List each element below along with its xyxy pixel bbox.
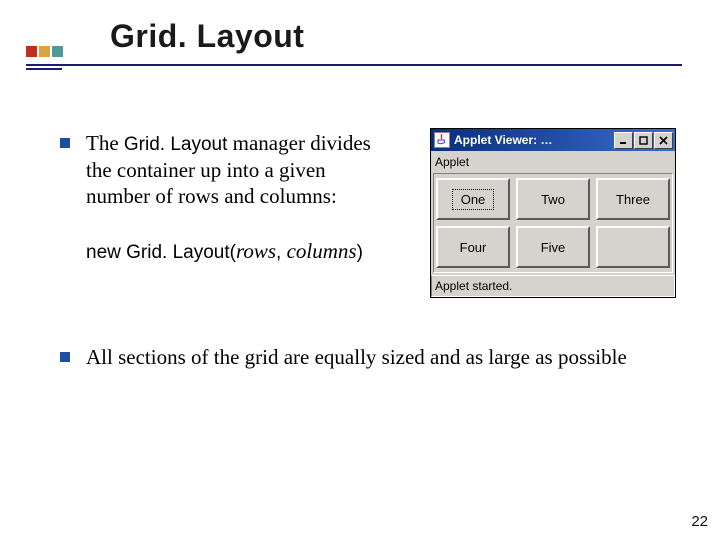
code-close: ) bbox=[357, 242, 363, 263]
bullet-text-1: The Grid. Layout manager divides the con… bbox=[86, 130, 386, 209]
code-keyword: new bbox=[86, 242, 126, 263]
class-name: Grid. Layout bbox=[124, 134, 228, 155]
bullet-icon bbox=[60, 352, 70, 362]
text-prefix: The bbox=[86, 131, 124, 155]
bullet-text-2: All sections of the grid are equally siz… bbox=[86, 344, 646, 370]
bullet-item-2: All sections of the grid are equally siz… bbox=[60, 344, 680, 370]
bullet-icon bbox=[60, 138, 70, 148]
code-sep1: , bbox=[276, 242, 287, 263]
code-line: new Grid. Layout(rows, columns) bbox=[86, 239, 680, 264]
body: The Grid. Layout manager divides the con… bbox=[60, 130, 680, 510]
title-underline-short bbox=[26, 68, 62, 70]
bullet-item-1: The Grid. Layout manager divides the con… bbox=[60, 130, 680, 209]
slide-title: Grid. Layout bbox=[110, 18, 304, 55]
page-number: 22 bbox=[691, 513, 708, 530]
code-class: Grid. Layout bbox=[126, 242, 230, 263]
slide: Grid. Layout Applet Viewer: … Applet On bbox=[0, 0, 720, 540]
code-arg-columns: columns bbox=[287, 239, 357, 263]
accent-square-gold bbox=[39, 46, 50, 57]
title-underline bbox=[26, 64, 682, 66]
code-arg-rows: rows bbox=[236, 239, 276, 263]
accent-square-teal bbox=[52, 46, 63, 57]
accent-squares bbox=[26, 46, 63, 57]
accent-square-red bbox=[26, 46, 37, 57]
